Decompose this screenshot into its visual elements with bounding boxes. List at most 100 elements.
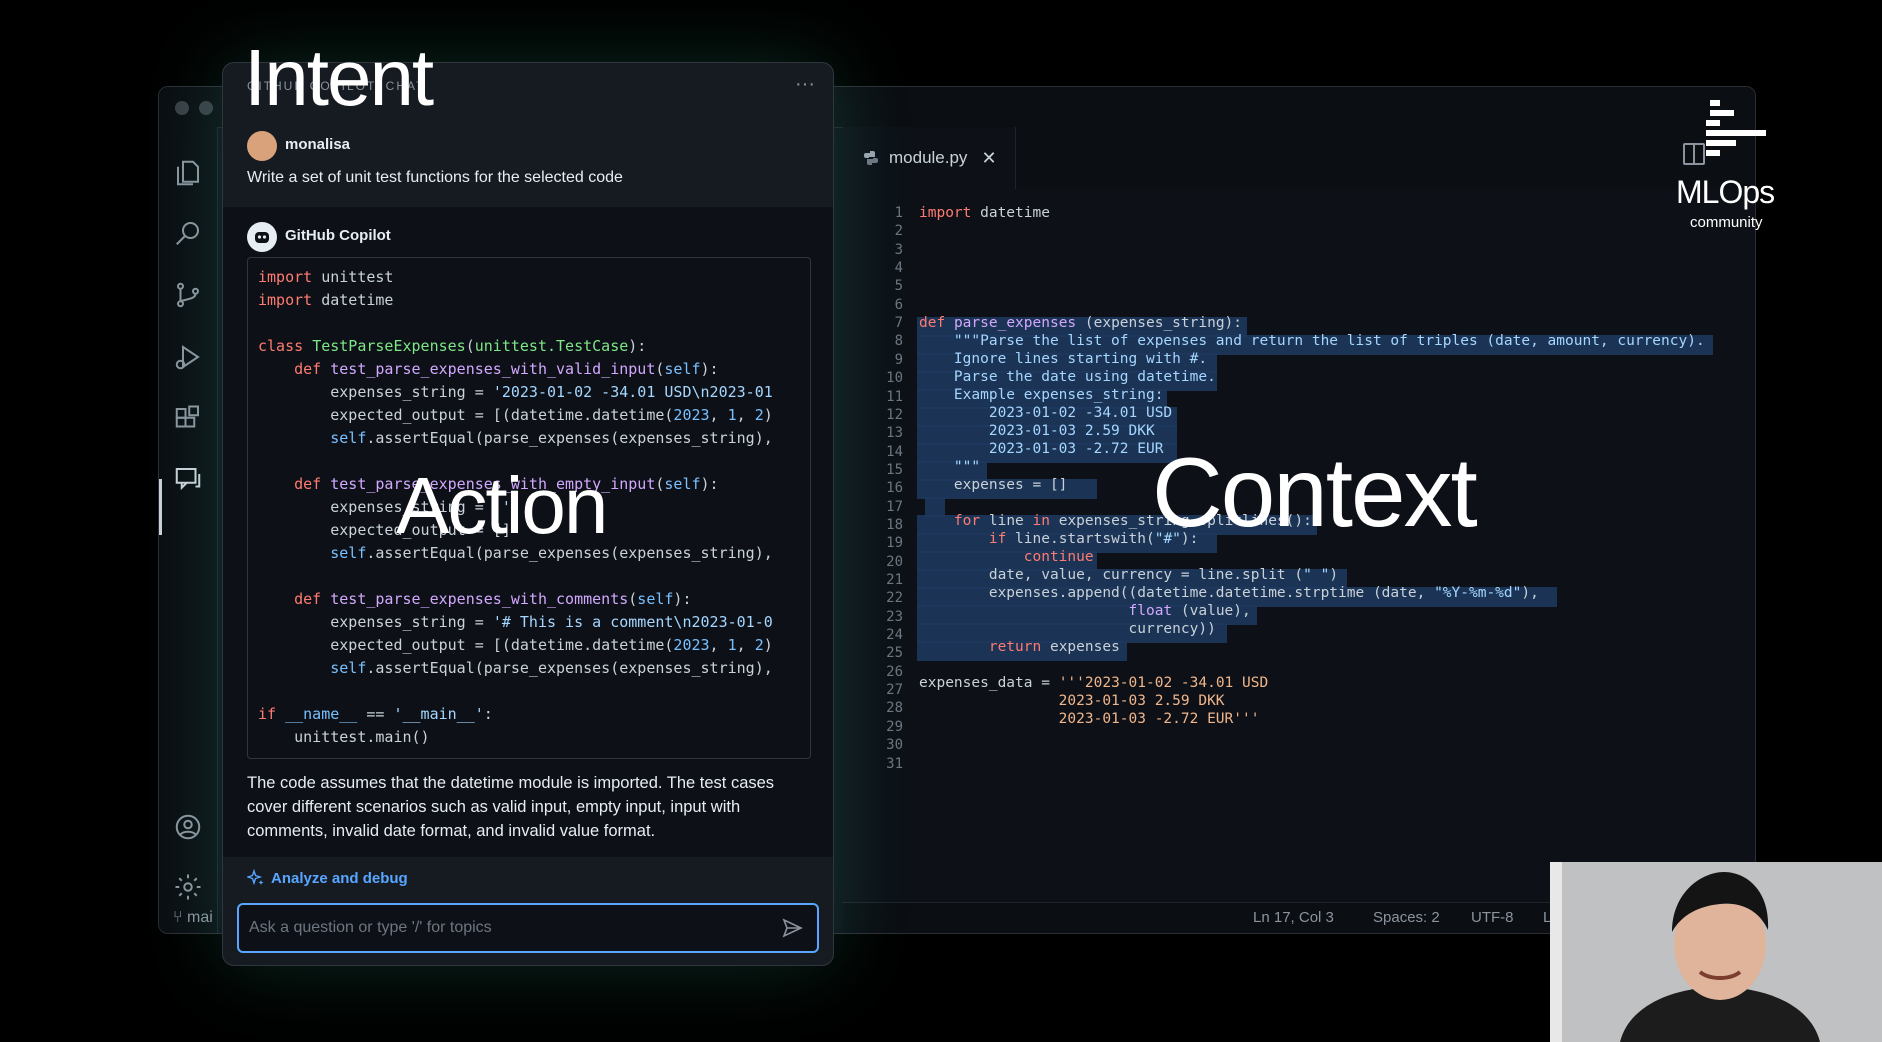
tab-label: module.py — [889, 148, 968, 167]
line-number: 21 — [886, 572, 903, 588]
assistant-explanation: The code assumes that the datetime modul… — [247, 774, 775, 840]
code-line: expenses_string = '# This is a comment\n… — [258, 613, 773, 631]
send-icon[interactable] — [781, 917, 803, 939]
line-number: 20 — [886, 553, 903, 570]
code-line: import datetime — [258, 291, 394, 309]
line-number: 1 — [894, 205, 903, 221]
code-line: self.assertEqual(parse_expenses(expenses… — [330, 659, 773, 677]
caption-context: Context — [1152, 437, 1478, 547]
line-number: 12 — [886, 406, 903, 423]
code-line: expenses_data = '''2023-01-02 -34.01 USD — [919, 675, 1269, 691]
caption-intent: Intent — [244, 33, 434, 122]
webcam-video — [1550, 862, 1882, 1042]
line-number: 5 — [894, 278, 903, 295]
code-line: date, value, currency = line.split (" ") — [919, 567, 1339, 583]
explorer-icon[interactable] — [159, 145, 217, 201]
copilot-icon — [255, 232, 269, 243]
code-line: Ignore lines starting with #. — [919, 351, 1208, 367]
code-line: expenses = [] — [919, 477, 1068, 493]
window-close-dot[interactable] — [175, 101, 189, 115]
line-number: 6 — [894, 296, 903, 313]
line-number: 23 — [886, 608, 903, 625]
code-line: self.assertEqual(parse_expenses(expenses… — [330, 429, 773, 447]
user-message: Write a set of unit test functions for t… — [247, 169, 623, 186]
line-number: 18 — [886, 516, 903, 533]
analyze-label: Analyze and debug — [271, 869, 408, 887]
more-actions-icon[interactable]: ··· — [795, 73, 815, 96]
line-number: 19 — [886, 535, 903, 552]
window-minimize-dot[interactable] — [199, 101, 213, 115]
code-line: expected_output = [(datetime.datetime(20… — [258, 406, 773, 424]
line-number: 31 — [886, 755, 903, 772]
code-line: 2023-01-03 -2.72 EUR''' — [919, 711, 1260, 727]
line-number: 10 — [886, 370, 903, 387]
line-number: 28 — [886, 700, 903, 717]
code-line: Example expenses_string: — [919, 387, 1164, 403]
code-line: unittest.main() — [258, 728, 430, 746]
line-number: 4 — [894, 260, 903, 277]
code-line: if __name__ == '__main__': — [258, 705, 493, 723]
logo-name: MLOps — [1676, 174, 1775, 210]
branch-label[interactable]: ⑂ mai — [173, 909, 213, 927]
code-line: continue — [1023, 549, 1094, 565]
cursor-position[interactable]: Ln 17, Col 3 — [1253, 909, 1334, 926]
sparkle-icon — [247, 869, 264, 886]
line-number: 7 — [894, 315, 903, 332]
line-number: 8 — [894, 333, 903, 350]
code-line: 2023-01-03 -2.72 EUR — [919, 441, 1164, 457]
line-number: 15 — [886, 461, 903, 478]
chat-input-box[interactable] — [237, 903, 819, 953]
line-number: 9 — [894, 351, 903, 368]
encoding-status[interactable]: UTF-8 — [1471, 909, 1514, 926]
caption-action: Action — [396, 461, 608, 550]
code-line: import datetime — [919, 205, 1050, 221]
code-line: 2023-01-03 2.59 DKK — [919, 693, 1225, 709]
code-line: expected_output = [(datetime.datetime(20… — [258, 636, 773, 654]
code-line: def test_parse_expenses_with_comments(se… — [294, 590, 692, 608]
search-icon[interactable] — [159, 205, 217, 261]
line-number: 3 — [894, 241, 903, 258]
indentation-status[interactable]: Spaces: 2 — [1373, 909, 1440, 926]
line-number: 11 — [886, 388, 903, 405]
tab-close-icon[interactable]: ✕ — [981, 148, 996, 169]
chat-icon[interactable] — [159, 451, 217, 507]
user-avatar — [247, 131, 277, 161]
line-number: 26 — [886, 663, 903, 680]
line-number: 22 — [886, 590, 903, 607]
code-line: class TestParseExpenses(unittest.TestCas… — [258, 337, 647, 355]
line-number: 24 — [886, 627, 903, 644]
line-number: 2 — [894, 223, 903, 240]
line-number: 27 — [886, 682, 903, 699]
code-line: """ — [919, 459, 981, 475]
run-debug-icon[interactable] — [159, 329, 217, 385]
code-line: return expenses — [988, 639, 1120, 655]
logo-subtitle: community — [1690, 214, 1763, 231]
source-control-icon[interactable] — [159, 267, 217, 323]
code-line: def test_parse_expenses_with_valid_input… — [294, 360, 719, 378]
tab-module-py[interactable]: module.py ✕ — [843, 127, 1016, 189]
python-file-icon — [864, 151, 878, 165]
code-line: 2023-01-02 -34.01 USD — [919, 405, 1173, 421]
line-number: 25 — [886, 645, 903, 662]
line-number: 16 — [886, 480, 903, 497]
settings-gear-icon[interactable] — [159, 859, 217, 915]
code-line: Parse the date using datetime. — [919, 369, 1216, 385]
line-number: 14 — [886, 443, 903, 460]
branch-name: mai — [187, 909, 213, 926]
active-indicator — [159, 479, 162, 535]
presenter-image — [1550, 862, 1882, 1042]
activity-bar — [159, 127, 218, 933]
extensions-icon[interactable] — [159, 391, 217, 447]
analyze-debug-link[interactable]: Analyze and debug — [247, 869, 408, 887]
line-number: 29 — [886, 718, 903, 735]
code-line: expenses.append((datetime.datetime.strpt… — [919, 585, 1539, 601]
chat-input[interactable] — [247, 915, 771, 941]
code-line: def parse_expenses (expenses_string): — [919, 315, 1243, 331]
line-number: 30 — [886, 737, 903, 754]
code-line: float (value), — [1128, 603, 1251, 619]
line-number: 17 — [886, 498, 903, 515]
copilot-avatar — [247, 222, 277, 252]
mlops-logo — [1706, 100, 1766, 156]
user-name: monalisa — [285, 136, 351, 153]
account-icon[interactable] — [159, 799, 217, 855]
